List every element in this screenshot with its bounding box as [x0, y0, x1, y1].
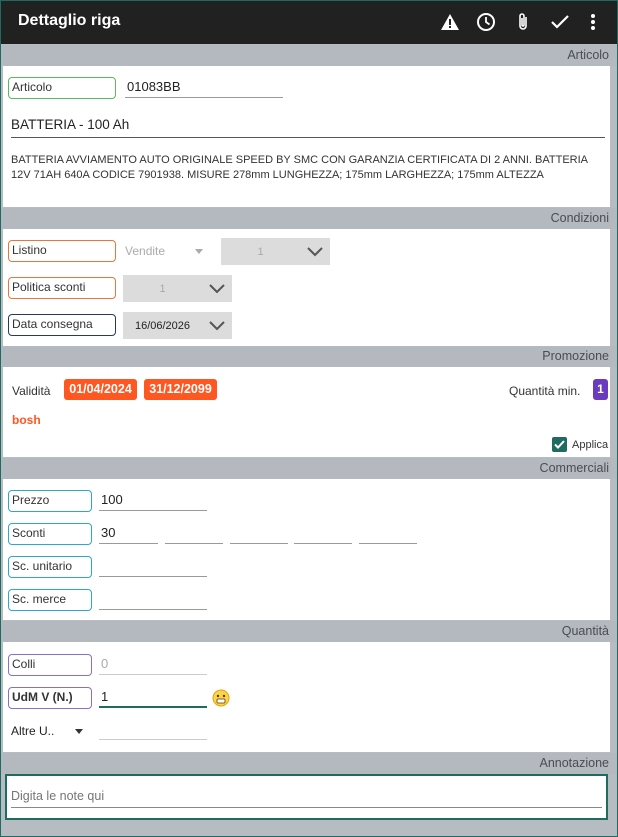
validita-to-badge: 31/12/2099 — [144, 379, 217, 400]
altre-unita-label: Altre U.. — [11, 724, 55, 738]
checkmark-icon — [554, 440, 565, 449]
articolo-code-field[interactable]: 01083BB — [125, 78, 283, 98]
annotazione-input[interactable] — [11, 784, 602, 808]
sconto-1-field[interactable]: 30 — [99, 524, 158, 544]
colli-field[interactable]: 0 — [99, 655, 207, 675]
condizioni-card: Listino Vendite 1 Politica sconti 1 Data… — [3, 229, 610, 346]
articolo-label: Articolo — [8, 77, 116, 99]
page-title: Dettaglio riga — [18, 12, 121, 29]
promozione-card: Validità 01/04/2024 31/12/2099 Quantità … — [3, 367, 610, 457]
quantita-min-badge: 1 — [593, 379, 608, 400]
quantita-card: Colli 0 UdM V (N.) 1 Altre U.. — [3, 642, 610, 752]
annotazione-box — [5, 774, 608, 820]
app-bar: Dettaglio riga — [1, 1, 617, 44]
sc-unitario-label: Sc. unitario — [8, 556, 92, 578]
emoji-face-icon[interactable] — [212, 689, 230, 707]
more-vert-icon[interactable] — [581, 10, 605, 34]
altre-unita-select[interactable]: Altre U.. — [11, 724, 91, 738]
promo-brand: bosh — [12, 413, 41, 427]
check-icon[interactable] — [548, 10, 572, 34]
sconti-label: Sconti — [8, 523, 92, 545]
altre-unita-field[interactable] — [99, 720, 207, 740]
warning-icon[interactable] — [438, 10, 462, 34]
prezzo-label: Prezzo — [8, 490, 92, 512]
applica-label: Applica — [572, 439, 609, 451]
sconto-4-field[interactable] — [294, 524, 352, 544]
validita-from-badge: 01/04/2024 — [64, 379, 137, 400]
sc-merce-field[interactable] — [99, 590, 207, 610]
listino-value: 1 — [257, 245, 264, 258]
sc-unitario-field[interactable] — [99, 557, 207, 577]
politica-sconti-dropdown[interactable]: 1 — [123, 275, 232, 302]
quantita-min-label: Quantità min. — [509, 384, 581, 398]
section-header-condizioni: Condizioni — [1, 208, 617, 229]
politica-sconti-label: Politica sconti — [8, 277, 116, 299]
caret-down-icon — [195, 249, 203, 254]
udm-label: UdM V (N.) — [8, 687, 92, 709]
politica-sconti-value: 1 — [159, 282, 166, 295]
articolo-card: Articolo 01083BB BATTERIA - 100 Ah BATTE… — [3, 66, 610, 207]
sconto-5-field[interactable] — [359, 524, 417, 544]
listino-type-value: Vendite — [125, 244, 166, 258]
clock-icon[interactable] — [474, 10, 498, 34]
app-window: Dettaglio riga Articolo Articolo 01083BB… — [1, 1, 617, 836]
articolo-description: BATTERIA AVVIAMENTO AUTO ORIGINALE SPEED… — [11, 154, 588, 181]
listino-label: Listino — [8, 240, 116, 262]
listino-type-select[interactable]: Vendite — [125, 244, 205, 258]
articolo-name-field[interactable]: BATTERIA - 100 Ah — [11, 117, 605, 138]
sc-merce-label: Sc. merce — [8, 589, 92, 611]
section-header-annotazione: Annotazione — [1, 753, 617, 774]
udm-field[interactable]: 1 — [99, 688, 207, 708]
chevron-down-icon — [300, 246, 330, 257]
data-consegna-value: 16/06/2026 — [134, 319, 191, 332]
chevron-down-icon — [202, 320, 232, 331]
sconto-3-field[interactable] — [230, 524, 288, 544]
colli-label: Colli — [8, 654, 92, 676]
listino-value-dropdown[interactable]: 1 — [221, 238, 330, 265]
section-header-quantita: Quantità — [1, 621, 617, 642]
prezzo-field[interactable]: 100 — [99, 491, 207, 511]
chevron-down-icon — [202, 283, 232, 294]
section-header-promozione: Promozione — [1, 346, 617, 367]
data-consegna-label: Data consegna — [8, 314, 116, 336]
caret-down-icon — [75, 729, 83, 734]
section-header-commerciali: Commerciali — [1, 458, 617, 479]
applica-checkbox[interactable] — [552, 437, 567, 452]
commerciali-card: Prezzo 100 Sconti 30 Sc. unitario Sc. me… — [3, 479, 610, 620]
data-consegna-dropdown[interactable]: 16/06/2026 — [123, 312, 232, 339]
attach-icon[interactable] — [511, 10, 535, 34]
section-header-articolo: Articolo — [1, 45, 617, 66]
validita-label: Validità — [12, 384, 51, 398]
sconto-2-field[interactable] — [165, 524, 223, 544]
